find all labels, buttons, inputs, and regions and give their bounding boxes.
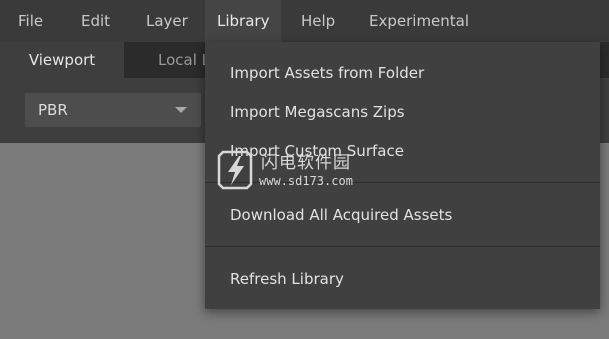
menu-experimental[interactable]: Experimental <box>357 0 481 42</box>
tab-viewport[interactable]: Viewport <box>0 42 124 78</box>
menu-item-import-custom-surface[interactable]: Import Custom Surface <box>230 142 404 160</box>
menu-item-import-megascans-zips[interactable]: Import Megascans Zips <box>230 103 405 121</box>
menu-bar: File Edit Layer Library Help Experimenta… <box>0 0 609 42</box>
menu-edit[interactable]: Edit <box>69 0 122 42</box>
menu-item-import-assets-from-folder[interactable]: Import Assets from Folder <box>230 64 424 82</box>
menu-separator <box>205 246 600 247</box>
chevron-down-icon <box>175 107 187 113</box>
shader-select[interactable]: PBR <box>25 93 201 127</box>
library-dropdown-menu: Import Assets from Folder Import Megasca… <box>205 42 600 309</box>
menu-file[interactable]: File <box>6 0 55 42</box>
menu-separator <box>205 182 600 183</box>
menu-library[interactable]: Library <box>205 0 281 42</box>
shader-select-value: PBR <box>38 101 68 119</box>
menu-layer[interactable]: Layer <box>134 0 200 42</box>
tab-local-library[interactable]: Local L <box>158 42 210 78</box>
menu-help[interactable]: Help <box>289 0 347 42</box>
menu-item-download-all-acquired-assets[interactable]: Download All Acquired Assets <box>230 206 452 224</box>
menu-item-refresh-library[interactable]: Refresh Library <box>230 270 344 288</box>
